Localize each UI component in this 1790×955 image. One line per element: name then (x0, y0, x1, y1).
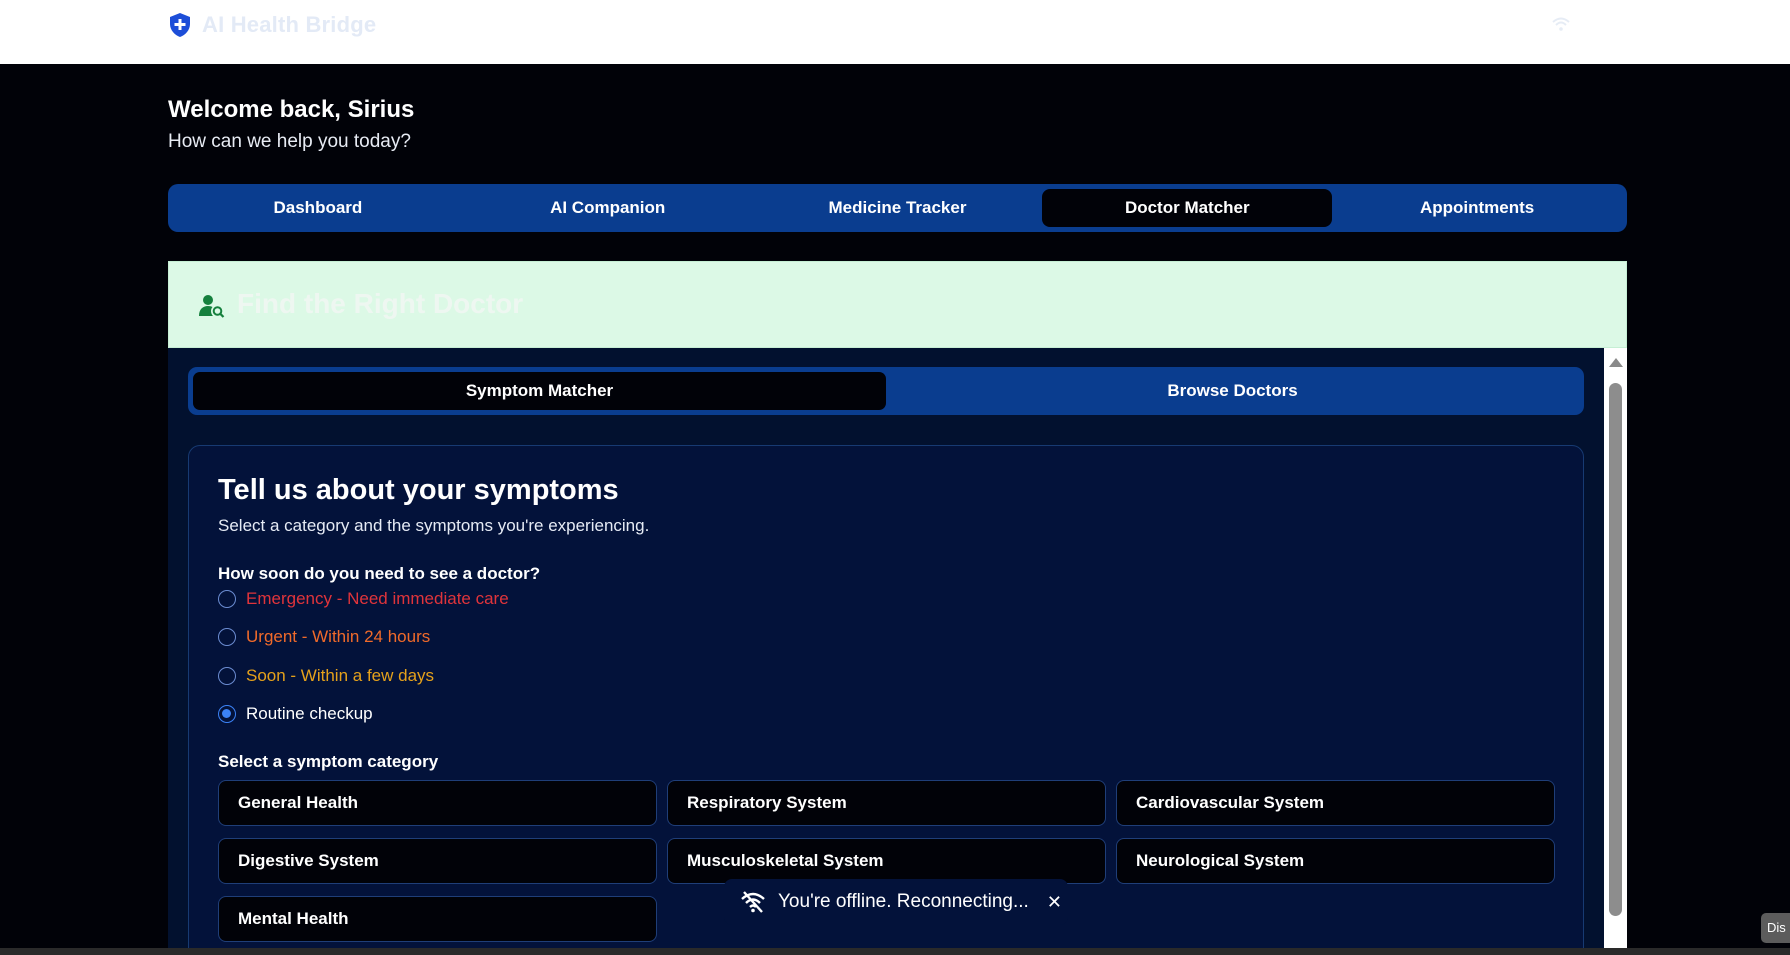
urgency-option-emergency[interactable]: Emergency - Need immediate care (218, 589, 509, 609)
offline-toast: You're offline. Reconnecting... ✕ (724, 879, 1068, 925)
category-label: Select a symptom category (218, 752, 439, 771)
tab-appointments[interactable]: Appointments (1332, 189, 1622, 227)
tab-symptom-matcher[interactable]: Symptom Matcher (193, 372, 886, 410)
urgency-option-urgent[interactable]: Urgent - Within 24 hours (218, 627, 430, 647)
category-general-health[interactable]: General Health (218, 780, 657, 826)
category-mental-health[interactable]: Mental Health (218, 896, 657, 942)
category-respiratory-system[interactable]: Respiratory System (667, 780, 1106, 826)
user-search-icon (199, 295, 225, 318)
category-neurological-system[interactable]: Neurological System (1116, 838, 1555, 884)
urgency-option-label: Routine checkup (246, 704, 373, 723)
doctor-matcher-card: Find the Right Doctor Symptom Matcher Br… (168, 261, 1627, 955)
scroll-up-arrow-icon[interactable] (1609, 358, 1623, 367)
shield-plus-icon (170, 13, 190, 37)
urgency-option-label: Soon - Within a few days (246, 666, 435, 685)
main-nav-tabs: Dashboard AI Companion Medicine Tracker … (168, 184, 1627, 232)
wifi-off-icon (741, 891, 765, 913)
brand[interactable]: AI Health Bridge (168, 12, 376, 38)
category-musculoskeletal-system[interactable]: Musculoskeletal System (667, 838, 1106, 884)
tab-browse-doctors[interactable]: Browse Doctors (886, 372, 1579, 410)
card-header: Find the Right Doctor (168, 261, 1627, 348)
tab-ai-companion[interactable]: AI Companion (463, 189, 753, 227)
tab-medicine-tracker[interactable]: Medicine Tracker (753, 189, 1043, 227)
category-cardiovascular-system[interactable]: Cardiovascular System (1116, 780, 1555, 826)
bottom-strip (0, 948, 1790, 955)
urgency-option-routine[interactable]: Routine checkup (218, 704, 373, 724)
wifi-icon (1552, 17, 1570, 31)
urgency-question: How soon do you need to see a doctor? (218, 564, 541, 583)
urgency-option-label: Emergency - Need immediate care (246, 589, 509, 608)
symptoms-title: Tell us about your symptoms (218, 474, 619, 506)
radio-button-checked[interactable] (218, 705, 236, 723)
tab-doctor-matcher[interactable]: Doctor Matcher (1042, 189, 1333, 227)
urgency-option-label: Urgent - Within 24 hours (246, 627, 431, 646)
tab-dashboard[interactable]: Dashboard (173, 189, 463, 227)
welcome-title: Welcome back, Sirius (168, 96, 415, 123)
toast-message: You're offline. Reconnecting... (778, 891, 1029, 912)
sub-tabs: Symptom Matcher Browse Doctors (188, 367, 1584, 415)
symptoms-subtitle: Select a category and the symptoms you'r… (218, 516, 650, 535)
category-digestive-system[interactable]: Digestive System (218, 838, 657, 884)
top-header: AI Health Bridge (0, 0, 1790, 64)
radio-button[interactable] (218, 667, 236, 685)
brand-name: AI Health Bridge (202, 12, 377, 37)
close-icon[interactable]: ✕ (1047, 892, 1062, 913)
radio-button[interactable] (218, 628, 236, 646)
radio-button[interactable] (218, 590, 236, 608)
scrollbar-thumb[interactable] (1609, 383, 1622, 916)
card-title: Find the Right Doctor (237, 288, 524, 319)
corner-tag[interactable]: Dis (1761, 913, 1790, 943)
urgency-option-soon[interactable]: Soon - Within a few days (218, 666, 434, 686)
welcome-subtitle: How can we help you today? (168, 131, 411, 152)
